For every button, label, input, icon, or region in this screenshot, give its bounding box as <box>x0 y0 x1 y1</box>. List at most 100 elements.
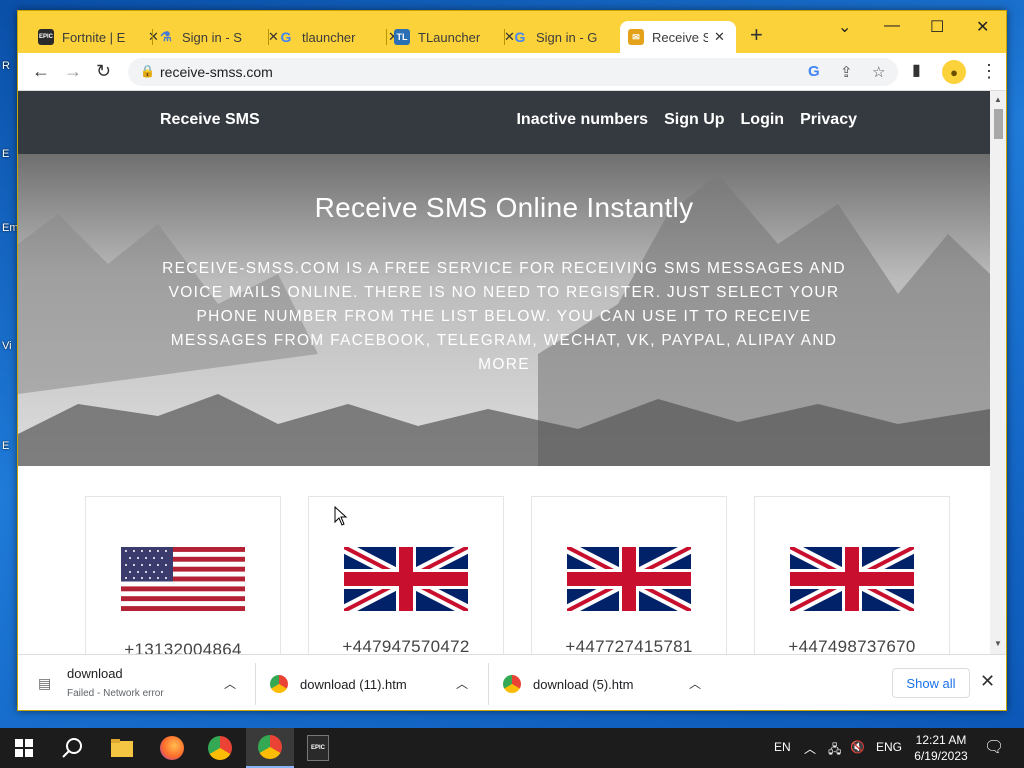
chrome-icon <box>503 675 521 693</box>
chevron-up-icon[interactable]: ︿ <box>804 740 816 757</box>
clock-date: 6/19/2023 <box>914 749 968 763</box>
folder-icon <box>111 739 133 757</box>
flask-icon: ⚗ <box>160 29 172 44</box>
nav-inactive-numbers[interactable]: Inactive numbers <box>516 111 648 129</box>
desktop-icon[interactable]: Vi <box>2 340 18 352</box>
search-button[interactable] <box>48 728 96 768</box>
profile-avatar-icon[interactable]: ● <box>942 60 966 84</box>
uk-flag-icon <box>567 547 691 611</box>
tab-label: Fortnite | E <box>62 29 126 45</box>
start-button[interactable] <box>0 728 48 768</box>
download-item[interactable]: download (5).htm ︿ <box>489 655 721 710</box>
desktop-icon[interactable]: E <box>2 148 18 160</box>
minimize-button[interactable]: — <box>884 17 900 35</box>
back-button[interactable]: ← <box>32 61 50 81</box>
new-tab-button[interactable]: + <box>750 24 763 46</box>
tab-label: Sign in - S <box>182 29 242 45</box>
chrome-icon <box>270 675 288 693</box>
phone-number[interactable]: +447947570472 <box>309 637 503 654</box>
number-card[interactable]: +447498737670 <box>754 496 950 654</box>
forward-button[interactable]: → <box>64 61 82 81</box>
menu-kebab-icon[interactable]: ⋮ <box>980 61 998 81</box>
maximize-button[interactable]: ☐ <box>930 17 944 37</box>
taskbar-file-explorer[interactable] <box>98 728 146 768</box>
share-icon[interactable]: ⇪ <box>840 63 853 81</box>
tab-search-icon[interactable]: ⌄ <box>838 17 851 37</box>
notification-icon[interactable]: 🗨 <box>984 737 1004 757</box>
number-card[interactable]: +13132004864 <box>85 496 281 654</box>
uk-flag-icon <box>790 547 914 611</box>
close-window-button[interactable]: ✕ <box>976 17 989 37</box>
chrome-icon <box>208 736 232 760</box>
browser-toolbar: ← → ↻ 🔒 receive-smss.com G ⇪ ☆ ▮ ● ⋮ <box>18 53 1006 91</box>
hero-description: RECEIVE-SMSS.COM IS A FREE SERVICE FOR R… <box>162 260 846 373</box>
download-item[interactable]: download (11).htm ︿ <box>256 655 488 710</box>
desktop-icon[interactable]: Em <box>2 222 19 234</box>
site-brand[interactable]: Receive SMS <box>160 111 260 129</box>
taskbar-chrome-active[interactable] <box>246 728 294 768</box>
download-name: download <box>67 666 123 681</box>
tlauncher-icon: TL <box>394 29 410 45</box>
google-translate-icon[interactable]: G <box>808 63 820 80</box>
download-item[interactable]: ▤ download Failed - Network error ︿ <box>18 655 254 710</box>
side-panel-icon[interactable]: ▮ <box>912 61 921 81</box>
tab-label: Sign in - G <box>536 29 598 45</box>
language-indicator[interactable]: EN <box>774 740 791 754</box>
taskbar-chrome[interactable] <box>196 728 244 768</box>
close-icon[interactable]: ✕ <box>980 671 995 692</box>
scroll-thumb[interactable] <box>994 109 1003 139</box>
download-status: Failed - Network error <box>67 688 164 699</box>
ime-indicator[interactable]: ENG <box>876 740 902 754</box>
tab-tlauncher[interactable]: TL TLauncher ✕ <box>386 21 523 53</box>
system-clock[interactable]: 12:21 AM 6/19/2023 <box>906 732 976 764</box>
desktop-icon[interactable]: E <box>2 440 18 452</box>
chevron-up-icon[interactable]: ︿ <box>224 675 236 692</box>
us-flag-icon <box>121 547 245 611</box>
site-nav-links: Inactive numbers Sign Up Login Privacy <box>516 111 857 129</box>
epic-games-icon: EPIC <box>307 735 329 761</box>
google-icon: G <box>514 29 526 45</box>
uk-flag-icon <box>344 547 468 611</box>
show-all-button[interactable]: Show all <box>892 668 970 698</box>
volume-muted-icon[interactable]: 🔇 <box>850 740 865 754</box>
tab-fortnite[interactable]: EPIC Fortnite | E ✕ <box>30 21 167 53</box>
url-text[interactable]: receive-smss.com <box>160 64 273 80</box>
taskbar-firefox[interactable] <box>148 728 196 768</box>
chrome-icon <box>258 735 282 759</box>
bookmark-star-icon[interactable]: ☆ <box>872 63 885 81</box>
nav-login[interactable]: Login <box>741 111 785 129</box>
scroll-up-arrow-icon[interactable]: ▲ <box>994 95 1002 104</box>
address-bar[interactable]: 🔒 receive-smss.com G ⇪ ☆ <box>128 58 898 86</box>
number-card[interactable]: +447727415781 <box>531 496 727 654</box>
scroll-down-arrow-icon[interactable]: ▼ <box>994 639 1002 648</box>
lock-icon[interactable]: 🔒 <box>140 64 155 78</box>
phone-number[interactable]: +13132004864 <box>86 640 280 654</box>
failed-file-icon: ▤ <box>38 675 52 691</box>
chevron-up-icon[interactable]: ︿ <box>456 675 468 692</box>
page-scrollbar[interactable]: ▲ ▼ <box>990 91 1006 654</box>
network-icon[interactable]: 🖧 <box>828 740 841 761</box>
sms-site-icon: ✉ <box>628 29 644 45</box>
phone-number[interactable]: +447727415781 <box>532 637 726 654</box>
desktop-icon[interactable]: R <box>2 60 18 72</box>
tab-sign-in-s[interactable]: ⚗ Sign in - S ✕ <box>150 21 287 53</box>
reload-button[interactable]: ↻ <box>96 61 111 81</box>
tab-label: TLauncher <box>418 29 481 45</box>
hero-title: Receive SMS Online Instantly <box>314 192 694 223</box>
chevron-up-icon[interactable]: ︿ <box>689 675 701 692</box>
nav-sign-up[interactable]: Sign Up <box>664 111 724 129</box>
nav-privacy[interactable]: Privacy <box>800 111 857 129</box>
phone-number[interactable]: +447498737670 <box>755 637 949 654</box>
windows-icon <box>15 739 33 757</box>
close-icon[interactable]: ✕ <box>714 29 725 45</box>
download-name: download (5).htm <box>533 677 634 692</box>
taskbar-epic-games[interactable]: EPIC <box>294 728 342 768</box>
download-name: download (11).htm <box>300 677 407 692</box>
browser-window: EPIC Fortnite | E ✕ ⚗ Sign in - S ✕ G tl… <box>17 10 1007 711</box>
web-page: Receive SMS Inactive numbers Sign Up Log… <box>18 91 990 654</box>
tab-receive-sms[interactable]: ✉ Receive SMS ✕ <box>620 21 736 53</box>
taskbar: EPIC EN ︿ 🖧 🔇 ENG 12:21 AM 6/19/2023 🗨 <box>0 728 1024 768</box>
epic-games-icon: EPIC <box>38 29 54 45</box>
tab-label: tlauncher <box>302 29 356 45</box>
tab-strip: EPIC Fortnite | E ✕ ⚗ Sign in - S ✕ G tl… <box>18 11 1006 53</box>
